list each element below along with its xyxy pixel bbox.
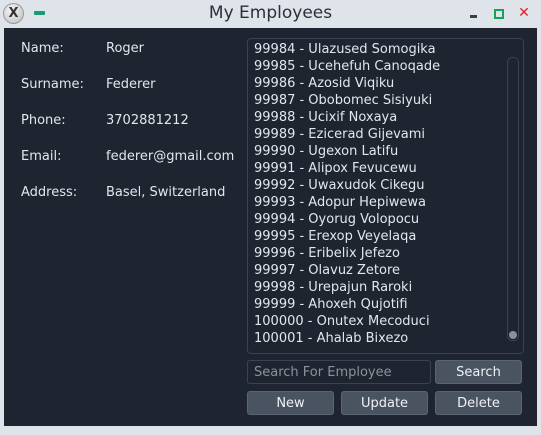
name-value: Roger <box>106 41 144 56</box>
list-item[interactable]: 99996 - Eribelix Jefezo <box>254 245 440 262</box>
list-item[interactable]: 99997 - Olavuz Zetore <box>254 262 440 279</box>
list-item[interactable]: 99986 - Azosid Viqiku <box>254 75 440 92</box>
list-item[interactable]: 99992 - Uwaxudok Cikegu <box>254 177 440 194</box>
app-window: X My Employees ✕ Name: Roger Surname: Fe… <box>0 0 541 435</box>
address-label: Address: <box>21 185 78 200</box>
window-title: My Employees <box>208 3 333 23</box>
name-label: Name: <box>21 41 64 56</box>
delete-button[interactable]: Delete <box>435 391 522 415</box>
surname-value: Federer <box>106 77 156 92</box>
maximize-icon[interactable] <box>491 5 507 21</box>
list-scrollbar[interactable] <box>507 57 519 341</box>
list-item[interactable]: 99991 - Alipox Fevucewu <box>254 160 440 177</box>
title-bar[interactable]: X My Employees ✕ <box>0 0 541 28</box>
list-item[interactable]: 99994 - Oyorug Volopocu <box>254 211 440 228</box>
address-value: Basel, Switzerland <box>106 185 226 200</box>
list-item[interactable]: 99985 - Ucehefuh Canoqade <box>254 58 440 75</box>
list-item[interactable]: 100000 - Onutex Mecoduci <box>254 313 440 330</box>
list-item[interactable]: 99987 - Obobomec Sisiyuki <box>254 92 440 109</box>
email-value: federer@gmail.com <box>106 149 235 164</box>
list-item[interactable]: 99993 - Adopur Hepiwewa <box>254 194 440 211</box>
list-item[interactable]: 99988 - Ucixif Noxaya <box>254 109 440 126</box>
search-input[interactable] <box>247 360 431 384</box>
phone-label: Phone: <box>21 113 66 128</box>
phone-value: 3702881212 <box>106 113 189 128</box>
new-button[interactable]: New <box>247 391 334 415</box>
list-item[interactable]: 99999 - Ahoxeh Qujotifi <box>254 296 440 313</box>
employee-list[interactable]: 99984 - Ulazused Somogika 99985 - Ucehef… <box>247 38 524 354</box>
update-button[interactable]: Update <box>341 391 428 415</box>
minimize-icon[interactable] <box>466 5 482 21</box>
email-label: Email: <box>21 149 62 164</box>
close-icon[interactable]: ✕ <box>516 5 532 21</box>
search-button[interactable]: Search <box>435 360 522 384</box>
list-item[interactable]: 99989 - Ezicerad Gijevami <box>254 126 440 143</box>
list-item[interactable]: 99984 - Ulazused Somogika <box>254 41 440 58</box>
employee-list-items: 99984 - Ulazused Somogika 99985 - Ucehef… <box>254 41 440 347</box>
list-item[interactable]: 100001 - Ahalab Bixezo <box>254 330 440 347</box>
list-item[interactable]: 99998 - Urepajun Raroki <box>254 279 440 296</box>
list-item[interactable]: 99990 - Ugexon Latifu <box>254 143 440 160</box>
scrollbar-thumb[interactable] <box>509 331 517 339</box>
list-item[interactable]: 99995 - Erexop Veyelaqa <box>254 228 440 245</box>
main-panel: Name: Roger Surname: Federer Phone: 3702… <box>4 28 537 426</box>
surname-label: Surname: <box>21 77 84 92</box>
